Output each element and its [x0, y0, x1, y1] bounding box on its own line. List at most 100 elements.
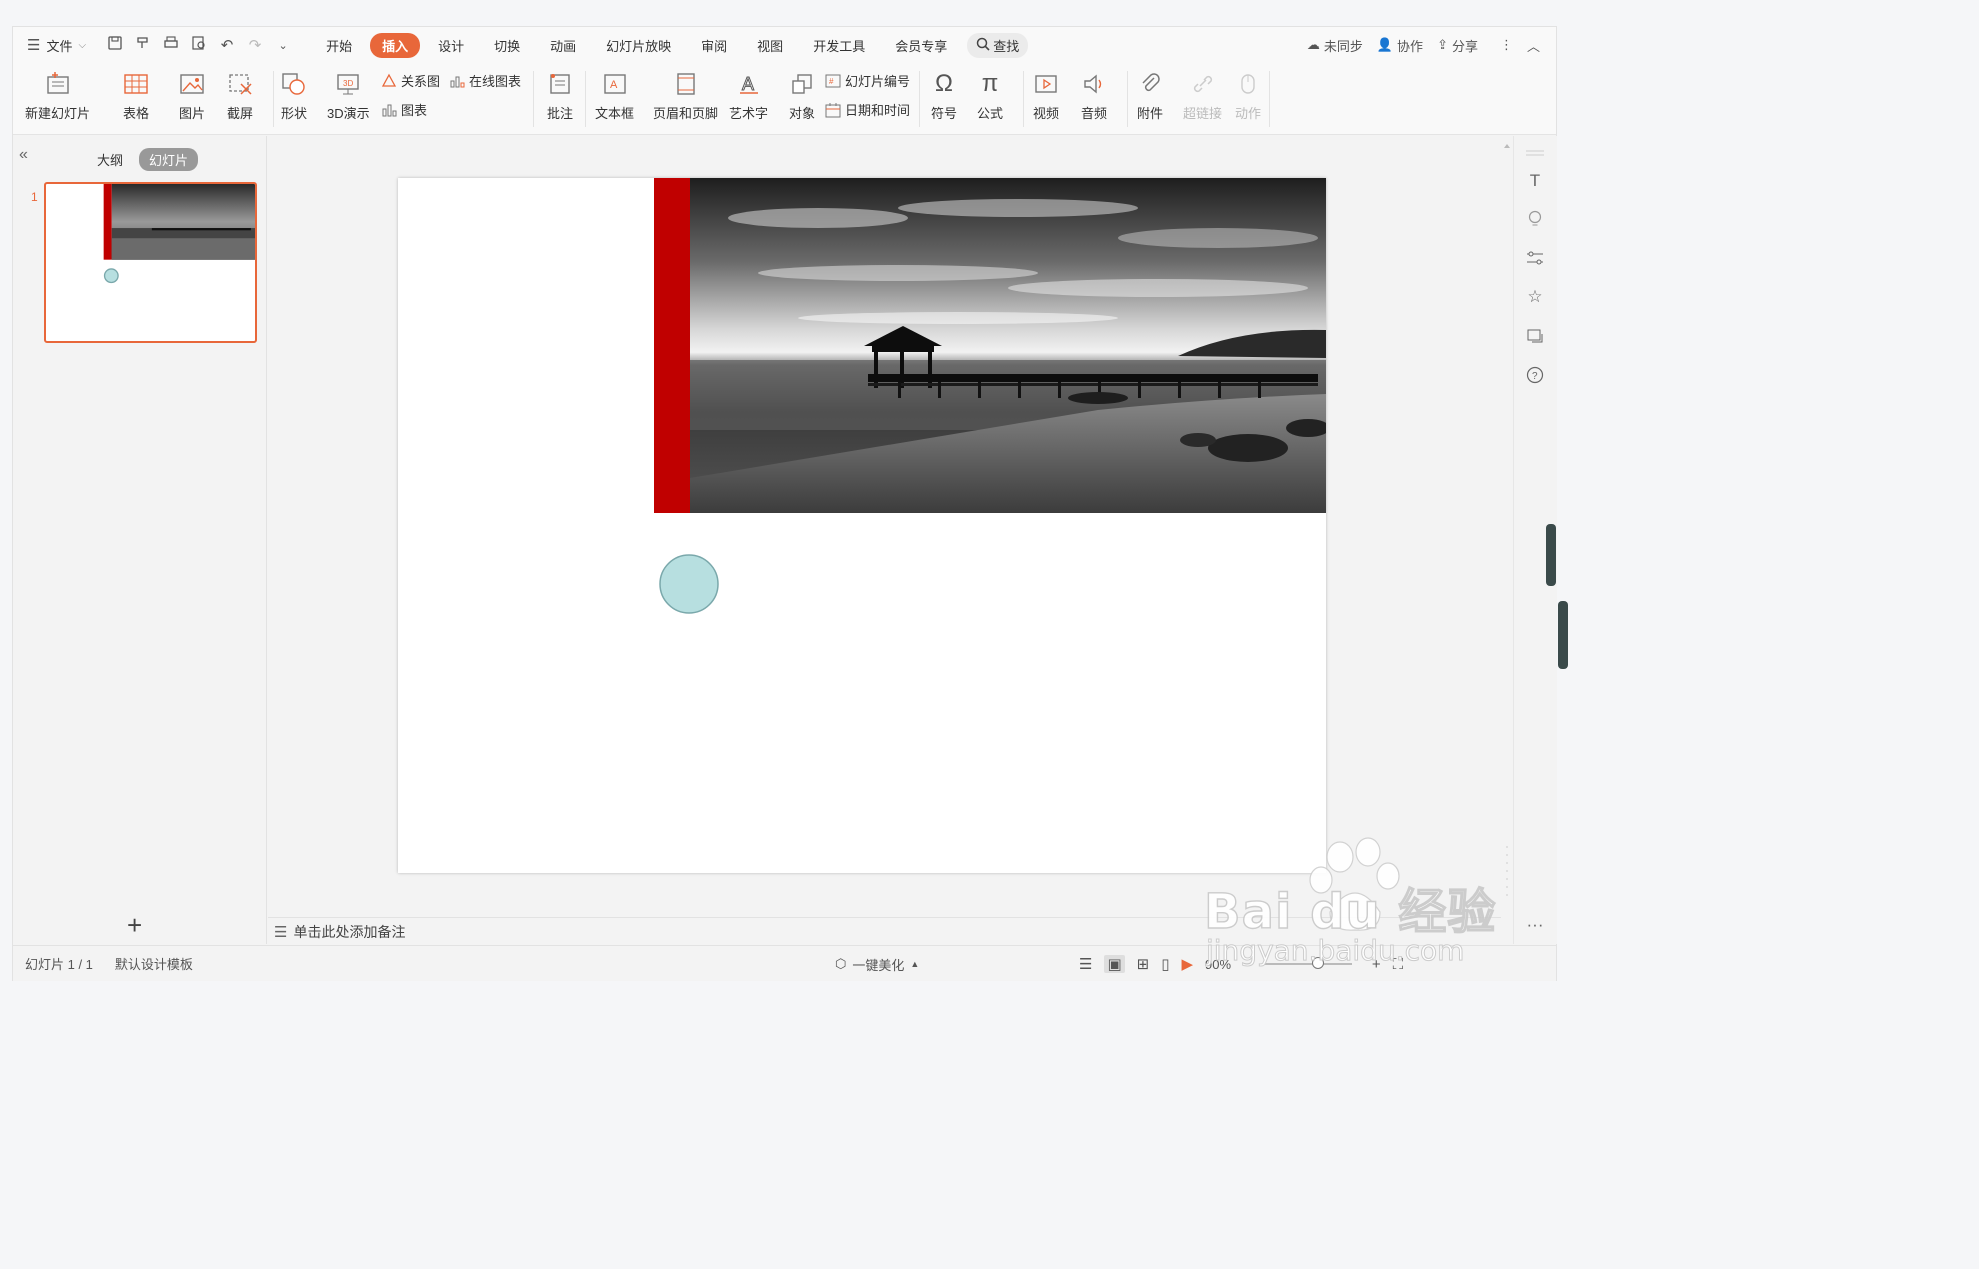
vertical-scrollbar[interactable] — [1501, 136, 1513, 916]
zoom-out-icon[interactable]: − — [1243, 956, 1252, 973]
settings-sliders-icon[interactable] — [1524, 247, 1546, 269]
zoom-level[interactable]: 90% — [1205, 957, 1231, 972]
zoom-slider-thumb[interactable] — [1311, 957, 1324, 969]
collab-label: 协作 — [1397, 38, 1424, 54]
textbox-label: 文本框 — [595, 106, 635, 121]
shape-button[interactable]: 形状 — [279, 69, 309, 122]
slide[interactable] — [398, 178, 1330, 873]
online-chart-button[interactable]: 在线图表 — [449, 71, 521, 90]
reading-view-icon[interactable]: ▯ — [1161, 955, 1169, 973]
3d-demo-label: 3D演示 — [327, 106, 370, 121]
text-format-icon[interactable]: T — [1524, 170, 1546, 192]
search-button[interactable]: 查找 — [967, 32, 1029, 58]
play-slideshow-icon[interactable]: ▶ — [1181, 955, 1193, 973]
tab-design[interactable]: 设计 — [426, 33, 476, 58]
teal-circle-shape[interactable] — [659, 554, 719, 614]
slide-number-icon: # — [825, 73, 841, 89]
customize-icon[interactable]: ⌄ — [274, 39, 292, 52]
chart-label: 图表 — [401, 103, 428, 118]
smartart-button[interactable]: 关系图 — [381, 71, 440, 90]
attachment-button[interactable]: 附件 — [1135, 69, 1165, 122]
collab-button[interactable]: 👤 协作 — [1377, 36, 1423, 55]
comment-button[interactable]: 批注 — [545, 69, 575, 122]
symbol-button[interactable]: Ω 符号 — [929, 69, 959, 122]
help-icon[interactable]: ? — [1524, 364, 1546, 386]
link-icon — [1188, 69, 1218, 99]
zoom-in-icon[interactable]: + — [1372, 956, 1381, 973]
drag-handle-icon[interactable] — [1524, 142, 1546, 164]
screenshot-button[interactable]: 截屏 — [225, 69, 255, 122]
tab-animations[interactable]: 动画 — [538, 33, 588, 58]
audio-button[interactable]: 音频 — [1079, 69, 1109, 122]
user-icon: 👤 — [1376, 37, 1394, 52]
slide-counter: 幻灯片 1 / 1 — [25, 957, 93, 972]
fit-window-icon[interactable]: ⛶ — [1393, 956, 1404, 973]
tab-transitions[interactable]: 切换 — [482, 33, 532, 58]
sync-button[interactable]: ☁ 未同步 — [1307, 36, 1363, 55]
video-button[interactable]: 视频 — [1031, 69, 1061, 122]
screenshot-label: 截屏 — [226, 106, 253, 121]
print-icon[interactable] — [162, 35, 180, 55]
tab-home[interactable]: 开始 — [314, 33, 364, 58]
table-button[interactable]: 表格 — [121, 69, 151, 122]
formula-button[interactable]: π 公式 — [975, 69, 1005, 122]
collapse-ribbon-icon[interactable]: ︿ — [1527, 36, 1540, 55]
chart-button[interactable]: 图表 — [381, 100, 427, 119]
tab-slides[interactable]: 幻灯片 — [139, 148, 199, 171]
calendar-icon — [825, 102, 841, 118]
notes-bar[interactable]: ☰ 单击此处添加备注 — [268, 917, 1501, 945]
slide-sorter-icon[interactable]: ⊞ — [1137, 955, 1150, 973]
more-horizontal-icon[interactable]: ··· — [1524, 914, 1546, 936]
tab-slideshow[interactable]: 幻灯片放映 — [594, 33, 683, 58]
notes-toggle-icon[interactable]: ☰ — [1079, 955, 1092, 973]
wordart-button[interactable]: A 艺术字 — [729, 69, 768, 122]
textbox-button[interactable]: A 文本框 — [595, 69, 634, 122]
slide-canvas — [268, 136, 1501, 916]
undo-icon[interactable]: ↶ — [218, 36, 236, 54]
screenshot-icon — [225, 69, 255, 99]
tab-outline[interactable]: 大纲 — [87, 148, 133, 171]
slide-number-button[interactable]: # 幻灯片编号 — [825, 71, 910, 90]
slide-switch-icon[interactable] — [1524, 325, 1546, 347]
svg-text:3D: 3D — [343, 79, 353, 88]
tab-member[interactable]: 会员专享 — [883, 33, 959, 58]
side-panel-handle[interactable] — [1558, 601, 1568, 669]
share-button[interactable]: ⇪ 分享 — [1437, 36, 1478, 55]
add-slide-button[interactable]: + — [127, 910, 142, 941]
picture-button[interactable]: 图片 — [177, 69, 207, 122]
date-time-button[interactable]: 日期和时间 — [825, 100, 910, 119]
red-accent-bar[interactable] — [654, 178, 690, 513]
redo-icon[interactable]: ↷ — [246, 36, 264, 54]
slide-thumbnail[interactable] — [44, 182, 257, 343]
format-painter-icon[interactable] — [134, 35, 152, 55]
side-panel-handle[interactable] — [1546, 524, 1556, 586]
template-name[interactable]: 默认设计模板 — [115, 954, 193, 973]
wordart-icon: A — [734, 69, 764, 99]
tab-review[interactable]: 审阅 — [689, 33, 739, 58]
beautify-button[interactable]: ⬡ 一键美化 ▲ — [835, 946, 919, 982]
file-menu[interactable]: ☰ 文件 ⌵ — [27, 36, 86, 55]
tab-view[interactable]: 视图 — [745, 33, 795, 58]
beach-pier-photo[interactable] — [690, 178, 1330, 513]
star-icon[interactable]: ☆ — [1524, 286, 1546, 308]
new-slide-button[interactable]: 新建幻灯片 — [25, 69, 90, 122]
lightbulb-icon[interactable] — [1524, 208, 1546, 230]
tab-insert[interactable]: 插入 — [370, 32, 421, 58]
hyperlink-button[interactable]: 超链接 — [1183, 69, 1222, 122]
action-button[interactable]: 动作 — [1233, 69, 1263, 122]
object-icon — [787, 69, 817, 99]
header-footer-button[interactable]: 页眉和页脚 — [653, 69, 718, 122]
3d-demo-button[interactable]: 3D 3D演示 — [327, 69, 370, 122]
notes-icon: ☰ — [274, 923, 288, 941]
save-icon[interactable] — [106, 35, 124, 55]
object-button[interactable]: 对象 — [787, 69, 817, 122]
more-vertical-icon[interactable]: ⋮ — [1500, 37, 1513, 53]
notes-placeholder: 单击此处添加备注 — [293, 923, 406, 940]
zoom-slider[interactable] — [1263, 957, 1352, 969]
tab-developer[interactable]: 开发工具 — [801, 33, 877, 58]
print-preview-icon[interactable] — [190, 35, 208, 55]
svg-text:A: A — [742, 74, 754, 94]
paperclip-icon — [1135, 69, 1165, 99]
normal-view-icon[interactable]: ▣ — [1104, 955, 1125, 973]
collapse-panel-icon[interactable]: « — [19, 146, 28, 164]
